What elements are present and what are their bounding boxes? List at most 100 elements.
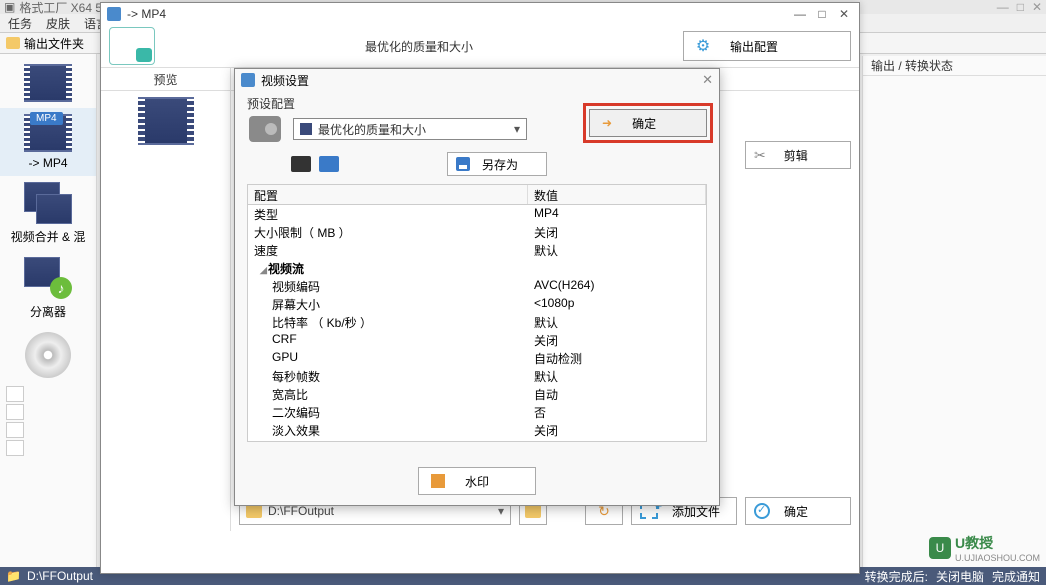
config-table[interactable]: 配置 数值 类型MP4大小限制（ MB ）关闭速度默认◢视频流视频编码AVC(H… <box>247 184 707 442</box>
table-row[interactable]: 速度 默认 <box>248 241 706 259</box>
row-val: 默认 <box>528 313 706 331</box>
preset-select-value: 最优化的质量和大小 <box>318 121 426 138</box>
row-key: GPU <box>272 350 298 364</box>
camera-icon <box>249 116 281 142</box>
dialog-title: 视频设置 <box>261 72 309 89</box>
output-config-button[interactable]: ⚙ 输出配置 <box>683 31 851 61</box>
mini-icon-2[interactable] <box>6 404 24 420</box>
output-folder-label[interactable]: 输出文件夹 <box>24 35 84 52</box>
app-icon: ▣ <box>4 0 15 14</box>
sidebar-item-splitter[interactable]: ♪ 分离器 <box>0 251 96 326</box>
output-status-header: 输出 / 转换状态 <box>863 56 1046 76</box>
row-key: 速度 <box>254 244 278 258</box>
row-key: 大小限制（ MB ） <box>254 226 351 240</box>
row-val: 默认 <box>528 241 706 259</box>
status-folder-icon: 📁 <box>6 569 21 583</box>
status-path: D:\FFOutput <box>27 569 93 583</box>
edit-button[interactable]: ✂ 剪辑 <box>745 141 851 169</box>
row-val: 关闭 <box>528 223 706 241</box>
mini-button-1[interactable] <box>291 156 311 172</box>
row-val: 否 <box>528 403 706 421</box>
table-row[interactable]: 二次编码否 <box>248 403 706 421</box>
dialog-titlebar[interactable]: 视频设置 ✕ <box>235 69 719 91</box>
folder-icon <box>525 504 541 518</box>
sidebar-item-label: 分离器 <box>30 303 66 320</box>
ok-icon <box>754 503 770 519</box>
sidebar-item-label: 视频合并 & 混 <box>11 228 86 245</box>
mp4-titlebar[interactable]: -> MP4 — □ ✕ <box>101 3 859 25</box>
sidebar-film-icon[interactable] <box>0 58 96 108</box>
mp4-close-icon[interactable]: ✕ <box>835 6 853 22</box>
table-row[interactable]: 视频编码AVC(H264) <box>248 277 706 295</box>
preview-tab[interactable]: 预览 <box>101 68 231 90</box>
table-row[interactable]: 淡入效果关闭 <box>248 421 706 439</box>
outer-title: 格式工厂 X64 5.2 <box>19 0 112 16</box>
outer-close-icon[interactable]: ✕ <box>1032 0 1042 14</box>
row-key: 视频编码 <box>272 280 320 294</box>
sidebar-item-mp4[interactable]: MP4 -> MP4 <box>0 108 96 176</box>
row-key: 宽高比 <box>272 388 308 402</box>
mini-icon-1[interactable] <box>6 386 24 402</box>
table-row[interactable]: 比特率 （ Kb/秒 ）默认 <box>248 313 706 331</box>
table-row[interactable]: 类型 MP4 <box>248 205 706 223</box>
output-path-text: D:\FFOutput <box>268 504 334 518</box>
table-row[interactable]: GPU 自动检测 <box>248 349 706 367</box>
dialog-confirm-label: 确定 <box>632 115 656 132</box>
row-val: 默认 <box>528 367 706 385</box>
status-shutdown[interactable]: 关闭电脑 <box>936 568 984 585</box>
sidebar-item-merge[interactable]: 视频合并 & 混 <box>0 176 96 251</box>
preview-thumb-icon[interactable] <box>138 97 194 145</box>
table-row[interactable]: 宽高比自动 <box>248 385 706 403</box>
brand-sub: U.UJIAOSHOU.COM <box>955 553 1040 563</box>
mp4-maximize-icon[interactable]: □ <box>813 6 831 22</box>
quality-label: 最优化的质量和大小 <box>163 38 675 55</box>
header-val: 数值 <box>528 185 706 204</box>
scissors-icon: ✂ <box>754 147 766 164</box>
sidebar-mini-icons <box>0 384 96 458</box>
header-key: 配置 <box>248 185 528 204</box>
status-notify[interactable]: 完成通知 <box>992 568 1040 585</box>
chevron-down-icon: ▾ <box>514 122 520 136</box>
table-row[interactable]: 每秒帧数默认 <box>248 367 706 385</box>
watermark-button[interactable]: 水印 <box>418 467 536 495</box>
mini-icon-4[interactable] <box>6 440 24 456</box>
row-val: 关闭 <box>528 439 706 442</box>
status-conv-label: 转换完成后: <box>865 568 928 585</box>
chevron-down-icon: ▾ <box>498 504 504 518</box>
mp4-minimize-icon[interactable]: — <box>791 6 809 22</box>
folder-icon <box>246 504 262 518</box>
outer-minimize-icon[interactable]: — <box>997 0 1009 14</box>
table-row[interactable]: ◢视频流 <box>248 259 706 277</box>
edit-label: 剪辑 <box>784 147 808 164</box>
table-row[interactable]: CRF 关闭 <box>248 331 706 349</box>
mini-button-2[interactable] <box>319 156 339 172</box>
output-status-panel: 输出 / 转换状态 <box>862 56 1046 567</box>
dialog-close-icon[interactable]: ✕ <box>702 72 713 88</box>
video-settings-dialog: 视频设置 ✕ 预设配置 最优化的质量和大小 ▾ ➜ 确定 另存为 配置 数值 类… <box>234 68 720 506</box>
row-val: 自动检测 <box>528 349 706 367</box>
dialog-confirm-button[interactable]: ➜ 确定 <box>589 109 707 137</box>
row-key: CRF <box>272 332 297 346</box>
outer-maximize-icon[interactable]: □ <box>1017 0 1024 14</box>
brand-watermark: U U教授 U.UJIAOSHOU.COM <box>929 533 1040 563</box>
sidebar-item-disc[interactable] <box>0 326 96 384</box>
table-row[interactable]: 屏幕大小<1080p <box>248 295 706 313</box>
table-row[interactable]: 淡出效果关闭 <box>248 439 706 442</box>
row-val: 关闭 <box>528 331 706 349</box>
confirm-button[interactable]: 确定 <box>745 497 851 525</box>
table-row[interactable]: 大小限制（ MB ） 关闭 <box>248 223 706 241</box>
row-val: 关闭 <box>528 421 706 439</box>
watermark-label: 水印 <box>465 473 489 490</box>
gear-icon: ⚙ <box>694 37 712 55</box>
mini-icon-3[interactable] <box>6 422 24 438</box>
row-val <box>528 259 706 277</box>
row-val: MP4 <box>528 205 706 223</box>
row-key: 类型 <box>254 208 278 222</box>
output-config-label: 输出配置 <box>730 38 778 55</box>
row-key: 视频流 <box>268 262 304 276</box>
saveas-button[interactable]: 另存为 <box>447 152 547 176</box>
menu-skin[interactable]: 皮肤 <box>46 15 70 32</box>
saveas-label: 另存为 <box>482 156 518 173</box>
menu-task[interactable]: 任务 <box>8 15 32 32</box>
preset-select[interactable]: 最优化的质量和大小 ▾ <box>293 118 527 140</box>
